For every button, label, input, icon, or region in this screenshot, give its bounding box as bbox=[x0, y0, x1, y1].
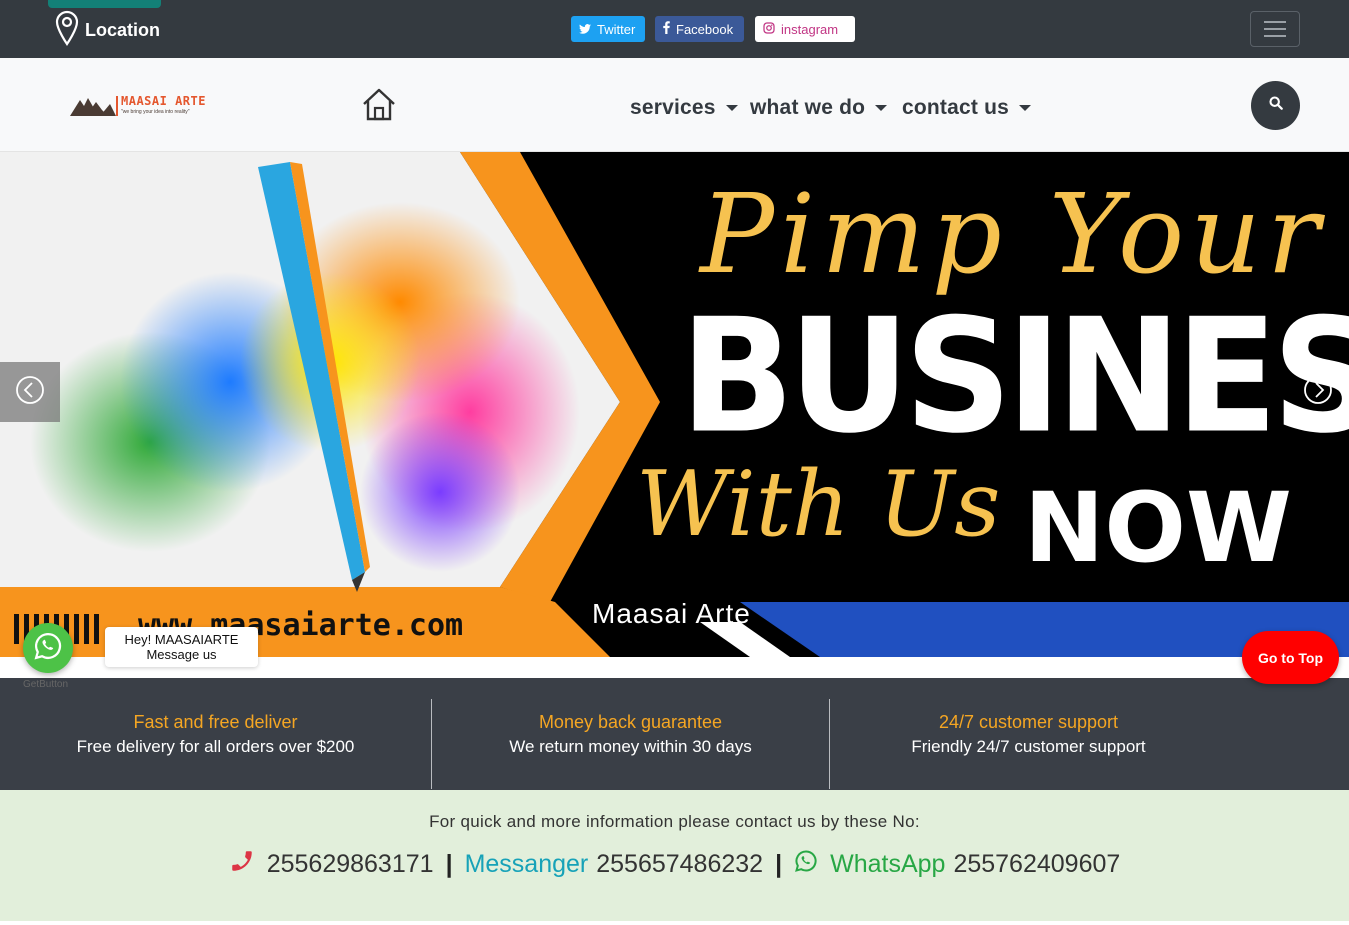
hero-headline: BUSINESS bbox=[680, 285, 1349, 469]
whatsapp-chat-button[interactable] bbox=[23, 623, 73, 673]
hero-script-line1: Pimp Your bbox=[700, 170, 1326, 298]
nav-what-we-do-label: what we do bbox=[750, 96, 866, 119]
whatsapp-chat-bubble[interactable]: Hey! MAASAIARTE Message us bbox=[105, 627, 258, 667]
chat-bubble-line1: Hey! MAASAIARTE bbox=[124, 632, 239, 647]
nav-contact-us-label: contact us bbox=[902, 96, 1010, 119]
nav-services-label: services bbox=[630, 96, 716, 119]
twitter-button[interactable]: Twitter bbox=[571, 16, 645, 42]
feature-desc: We return money within 30 days bbox=[509, 736, 752, 756]
contact-intro-text: For quick and more information please co… bbox=[429, 812, 920, 831]
main-navbar: MAASAI ARTE "we bring your idea into rea… bbox=[0, 58, 1349, 152]
phone-number[interactable]: 255629863171 bbox=[267, 850, 434, 879]
facebook-button[interactable]: Facebook bbox=[655, 16, 744, 42]
carousel-next-button[interactable] bbox=[1300, 374, 1336, 410]
whatsapp-icon bbox=[33, 631, 63, 666]
brand-logo[interactable]: MAASAI ARTE "we bring your idea into rea… bbox=[70, 92, 210, 120]
feature-desc: Friendly 24/7 customer support bbox=[911, 736, 1146, 756]
hamburger-icon-line bbox=[1264, 28, 1286, 30]
feature-money-back: Money back guarantee We return money wit… bbox=[432, 678, 829, 790]
top-accent-tab bbox=[48, 0, 161, 8]
hero-now: NOW bbox=[1024, 472, 1292, 584]
instagram-button[interactable]: instagram bbox=[755, 16, 855, 42]
features-strip: Fast and free deliver Free delivery for … bbox=[0, 678, 1349, 790]
menu-toggle-button[interactable] bbox=[1250, 11, 1300, 47]
twitter-icon bbox=[579, 22, 591, 37]
location-label: Location bbox=[85, 20, 160, 40]
nav-services-dropdown[interactable]: services bbox=[630, 96, 738, 120]
feature-title: Money back guarantee bbox=[538, 711, 723, 732]
getbutton-label: GetButton bbox=[23, 679, 69, 690]
location-pin-icon bbox=[55, 10, 79, 51]
feature-desc: Free delivery for all orders over $200 bbox=[76, 736, 355, 756]
contact-numbers: 255629863171 | Messanger 255657486232 | … bbox=[0, 848, 1349, 881]
hero-carousel: Pimp Your BUSINESS With Us NOW www.maasa… bbox=[0, 152, 1349, 657]
twitter-label: Twitter bbox=[597, 21, 636, 37]
carousel-caption: Maasai Arte bbox=[592, 598, 751, 629]
facebook-label: Facebook bbox=[676, 21, 734, 37]
carousel-prev-button[interactable] bbox=[0, 362, 60, 422]
messenger-label[interactable]: Messanger bbox=[465, 850, 589, 879]
hero-script-line2: With Us bbox=[636, 452, 1001, 557]
feature-title: 24/7 customer support bbox=[938, 711, 1119, 732]
phone-icon bbox=[229, 848, 255, 881]
chevron-right-circle-icon bbox=[1303, 375, 1333, 410]
hamburger-icon bbox=[1264, 21, 1286, 23]
search-button[interactable] bbox=[1251, 81, 1300, 130]
home-icon bbox=[361, 88, 397, 125]
chat-bubble-line2: Message us bbox=[146, 647, 217, 662]
caret-down-icon bbox=[1019, 105, 1032, 111]
separator: | bbox=[775, 850, 783, 878]
hamburger-icon-line bbox=[1264, 35, 1286, 37]
top-bar: Location Twitter Facebook instagram bbox=[0, 0, 1349, 58]
facebook-icon bbox=[663, 21, 670, 37]
messenger-number[interactable]: 255657486232 bbox=[596, 850, 763, 879]
feature-title: Fast and free deliver bbox=[133, 711, 298, 732]
instagram-label: instagram bbox=[781, 21, 839, 37]
whatsapp-label[interactable]: WhatsApp bbox=[830, 850, 945, 879]
chevron-left-circle-icon bbox=[15, 375, 45, 410]
brand-logo-tagline: "we bring your idea into reality" bbox=[121, 109, 190, 115]
feature-delivery: Fast and free deliver Free delivery for … bbox=[0, 678, 431, 790]
nav-what-we-do-dropdown[interactable]: what we do bbox=[750, 96, 888, 120]
whatsapp-number[interactable]: 255762409607 bbox=[953, 850, 1120, 879]
caret-down-icon bbox=[875, 105, 888, 111]
go-to-top-button[interactable]: Go to Top bbox=[1242, 631, 1339, 684]
caret-down-icon bbox=[725, 105, 738, 111]
home-link[interactable] bbox=[361, 87, 397, 121]
separator: | bbox=[445, 850, 453, 878]
contact-section: For quick and more information please co… bbox=[0, 790, 1349, 921]
brand-logo-text: MAASAI ARTE bbox=[121, 94, 206, 108]
instagram-icon bbox=[763, 21, 775, 37]
nav-contact-us-dropdown[interactable]: contact us bbox=[902, 96, 1032, 120]
search-icon bbox=[1268, 96, 1283, 115]
location-link[interactable]: Location bbox=[55, 10, 160, 51]
feature-support: 24/7 customer support Friendly 24/7 cust… bbox=[830, 678, 1227, 790]
whatsapp-icon bbox=[794, 849, 818, 880]
